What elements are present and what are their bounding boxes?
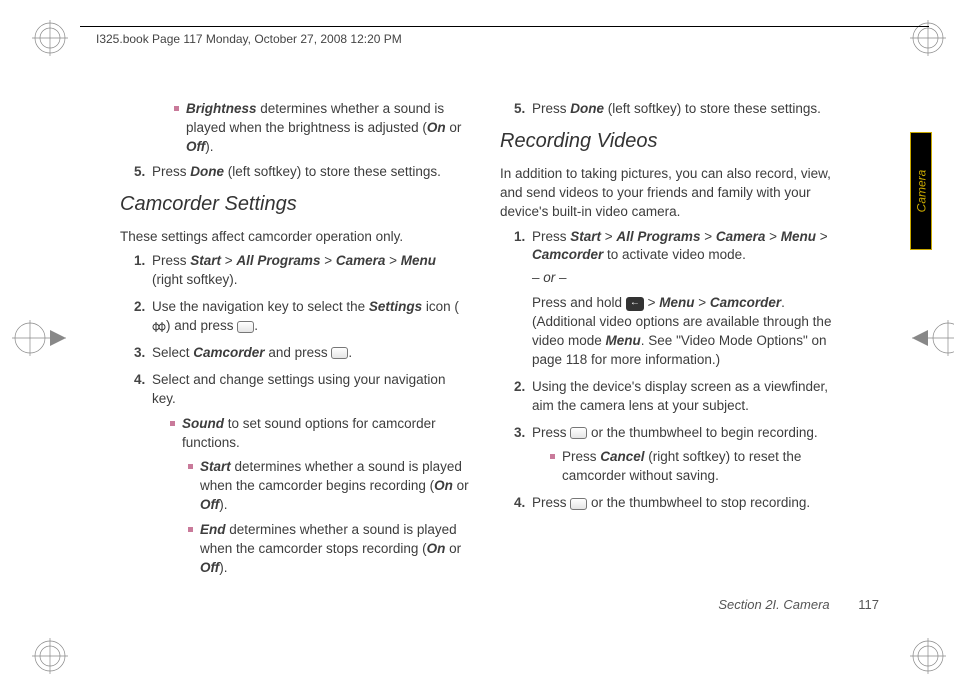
cropmark-bl <box>32 638 68 674</box>
end-item: End determines whether a sound is played… <box>188 521 470 578</box>
rec-step-2: 2. Using the device's display screen as … <box>514 378 850 416</box>
book-crop-info: I325.book Page 117 Monday, October 27, 2… <box>96 32 402 46</box>
camcorder-intro: These settings affect camcorder operatio… <box>120 228 470 247</box>
section-tab: Camera <box>910 132 932 250</box>
brightness-item: Brightness determines whether a sound is… <box>174 100 470 157</box>
section-tab-label: Camera <box>914 170 928 213</box>
camcorder-settings-heading: Camcorder Settings <box>120 190 470 218</box>
ok-key-icon <box>570 427 587 439</box>
cam-step-2: 2. Use the navigation key to select the … <box>134 298 470 336</box>
left-column: Brightness determines whether a sound is… <box>120 100 470 630</box>
footer-page-number: 117 <box>858 597 879 612</box>
start-item: Start determines whether a sound is play… <box>188 458 470 515</box>
cam-step-4: 4. Select and change settings using your… <box>134 371 470 578</box>
cropmark-tl <box>32 20 68 56</box>
ok-key-icon <box>570 498 587 510</box>
cropmark-br <box>910 638 946 674</box>
right-column: 5. Press Done (left softkey) to store th… <box>500 100 850 630</box>
rec-step-1: 1. Press Start > All Programs > Camera >… <box>514 228 850 370</box>
page-footer: Section 2I. Camera 117 <box>718 597 879 612</box>
cropmark-mr <box>912 320 954 356</box>
ok-key-icon <box>237 321 254 333</box>
cancel-item: Press Cancel (right softkey) to reset th… <box>550 448 850 486</box>
page-content: Brightness determines whether a sound is… <box>120 100 880 630</box>
header-rule <box>80 26 929 27</box>
cropmark-ml <box>12 320 66 356</box>
back-key-icon <box>626 297 644 311</box>
sound-item: Sound to set sound options for camcorder… <box>170 415 470 453</box>
cam-step-1: 1. Press Start > All Programs > Camera >… <box>134 252 470 290</box>
left-step-5: 5. Press Done (left softkey) to store th… <box>134 163 470 182</box>
brightness-label: Brightness <box>186 101 257 116</box>
footer-section: Section 2I. Camera <box>718 597 829 612</box>
ok-key-icon <box>331 347 348 359</box>
rec-step-4: 4. Press or the thumbwheel to stop recor… <box>514 494 850 513</box>
rec-step-3: 3. Press or the thumbwheel to begin reco… <box>514 424 850 487</box>
recording-intro: In addition to taking pictures, you can … <box>500 165 850 222</box>
or-separator: – or – <box>532 269 850 288</box>
recording-videos-heading: Recording Videos <box>500 127 850 155</box>
right-step-5: 5. Press Done (left softkey) to store th… <box>514 100 850 119</box>
settings-icon <box>152 320 166 334</box>
cam-step-3: 3. Select Camcorder and press . <box>134 344 470 363</box>
